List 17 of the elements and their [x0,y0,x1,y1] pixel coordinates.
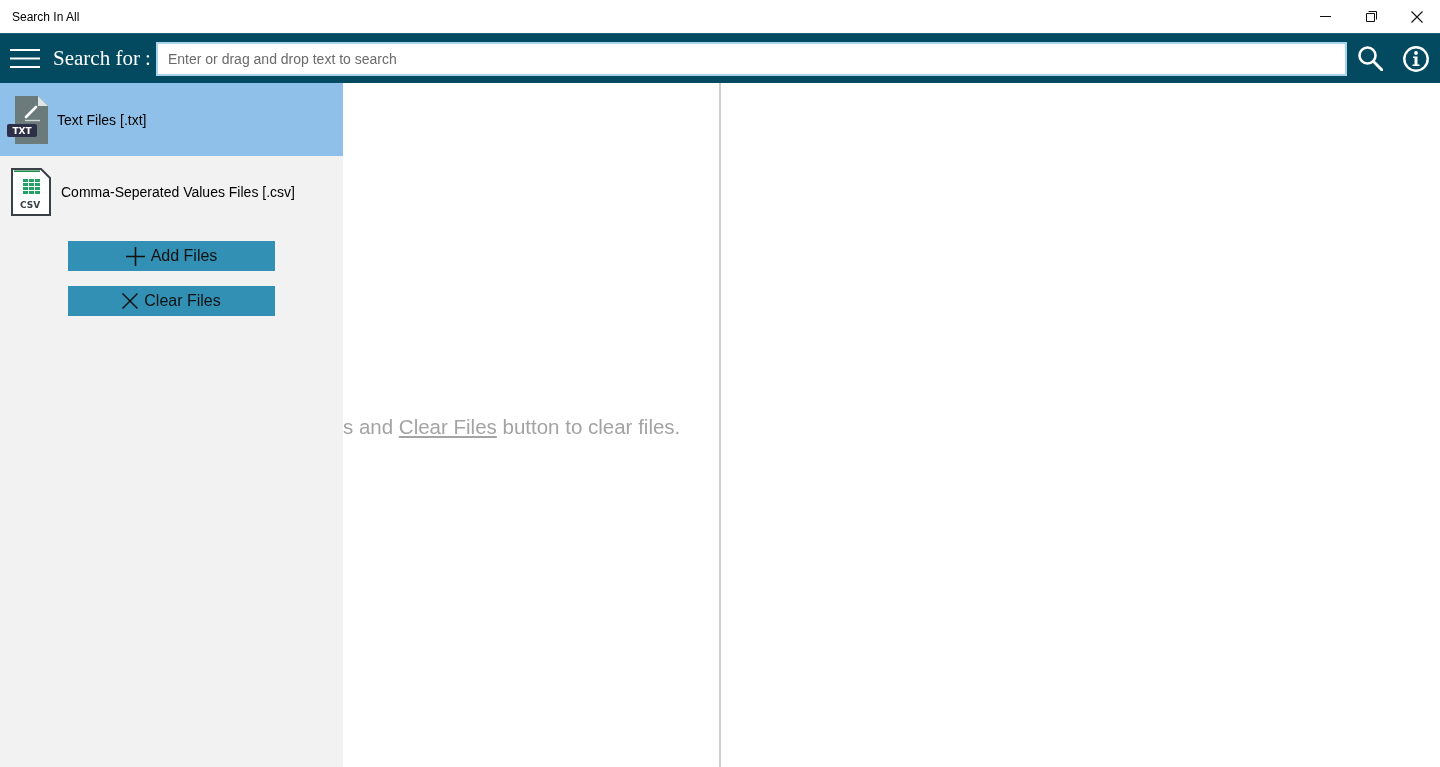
hint-text: s and Clear Files button to clear files. [343,415,681,439]
add-files-button[interactable]: Add Files [68,241,275,271]
close-icon [122,293,139,309]
info-icon[interactable] [1402,45,1429,72]
close-icon [1411,10,1423,23]
menu-icon[interactable] [10,49,40,68]
window-title: Search In All [12,9,80,24]
search-icon[interactable] [1357,46,1383,71]
search-field[interactable]: Enter or drag and drop text to search [155,41,1347,76]
sidebar-item[interactable]: CSV Comma-Seperated Values Files [.csv] [0,156,343,228]
clear-files-button[interactable]: Clear Files [68,286,275,316]
search-label: Search for : [53,46,151,71]
plus-icon [125,246,145,266]
spreadsheet-document-icon: CSV [11,168,51,216]
sidebar-item[interactable]: TXT Text Files [.txt] [0,83,343,156]
minimize-icon [1319,16,1331,17]
restore-icon [1365,11,1377,22]
